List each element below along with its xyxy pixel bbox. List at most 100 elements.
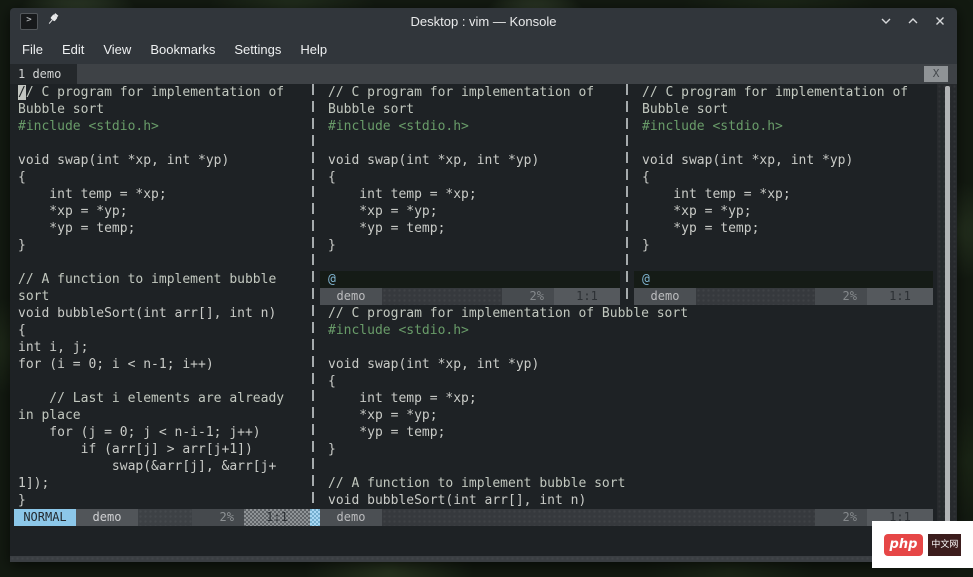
statusline-cap bbox=[310, 509, 320, 526]
vim-pane-top-right[interactable]: // C program for implementation ofBubble… bbox=[634, 84, 933, 288]
php-logo: php bbox=[884, 534, 924, 556]
code-line: void swap(int *xp, int *yp) bbox=[320, 356, 933, 373]
vim-pane-bottom[interactable]: // C program for implementation of Bubbl… bbox=[320, 305, 933, 509]
tab-bar: 1 demo X bbox=[10, 64, 957, 84]
code-line: #include <stdio.h> bbox=[634, 118, 933, 135]
code-line: for (i = 0; i < n-1; i++) bbox=[14, 356, 306, 373]
code-line: // C program for implementation of Bubbl… bbox=[320, 305, 933, 322]
statusline-percent: 2% bbox=[502, 288, 554, 305]
titlebar-left-icons: > bbox=[20, 12, 60, 31]
code-line: void bubbleSort(int arr[], int n) bbox=[14, 305, 306, 322]
pin-icon[interactable] bbox=[46, 12, 60, 31]
window-title: Desktop : vim — Konsole bbox=[10, 14, 957, 29]
code-line: void bubbleSort(int arr[], int n) bbox=[320, 492, 933, 509]
code-line: @ bbox=[634, 271, 933, 288]
code-line: #include <stdio.h> bbox=[320, 118, 620, 135]
code-line: 1]); bbox=[14, 475, 306, 492]
statusline-filename: demo bbox=[76, 509, 138, 526]
statusline-filler bbox=[138, 509, 192, 526]
code-line: void swap(int *xp, int *yp) bbox=[320, 152, 620, 169]
code-line: #include <stdio.h> bbox=[320, 322, 933, 339]
statusline-top-right: demo 2% 1:1 bbox=[634, 288, 933, 305]
menu-item-edit[interactable]: Edit bbox=[62, 42, 84, 57]
code-line: Bubble sort bbox=[320, 101, 620, 118]
code-line: int temp = *xp; bbox=[14, 186, 306, 203]
code-line: *xp = *yp; bbox=[320, 407, 933, 424]
code-line bbox=[320, 458, 933, 475]
statusline-filler bbox=[382, 288, 502, 305]
statusline-filler bbox=[696, 288, 815, 305]
code-line: #include <stdio.h> bbox=[14, 118, 306, 135]
title-bar: > Desktop : vim — Konsole bbox=[10, 8, 957, 34]
tab-demo[interactable]: 1 demo bbox=[10, 64, 77, 84]
menu-item-help[interactable]: Help bbox=[300, 42, 327, 57]
code-line: // C program for implementation of bbox=[14, 84, 306, 101]
vertical-split-separator bbox=[306, 84, 320, 509]
statusline-filename: demo bbox=[634, 288, 696, 305]
code-line: } bbox=[634, 237, 933, 254]
code-line: *xp = *yp; bbox=[14, 203, 306, 220]
code-line: *xp = *yp; bbox=[634, 203, 933, 220]
code-line: *yp = temp; bbox=[634, 220, 933, 237]
code-line: int temp = *xp; bbox=[320, 186, 620, 203]
code-line: } bbox=[320, 237, 620, 254]
code-line: Bubble sort bbox=[634, 101, 933, 118]
vim-pane-left[interactable]: // C program for implementation ofBubble… bbox=[14, 84, 306, 509]
code-line: if (arr[j] > arr[j+1]) bbox=[14, 441, 306, 458]
code-line bbox=[634, 254, 933, 271]
vim-terminal-area: // C program for implementation ofBubble… bbox=[10, 84, 957, 556]
code-line: *yp = temp; bbox=[14, 220, 306, 237]
code-line: swap(&arr[j], &arr[j+ bbox=[14, 458, 306, 475]
code-line: Bubble sort bbox=[14, 101, 306, 118]
vim-mode-indicator: NORMAL bbox=[14, 509, 76, 526]
code-line: { bbox=[634, 169, 933, 186]
scrollbar-thumb[interactable] bbox=[945, 86, 950, 553]
code-line: } bbox=[320, 441, 933, 458]
close-button[interactable] bbox=[933, 14, 947, 28]
code-line: int temp = *xp; bbox=[634, 186, 933, 203]
statusline-percent: 2% bbox=[815, 288, 867, 305]
menu-item-view[interactable]: View bbox=[103, 42, 131, 57]
menu-item-bookmarks[interactable]: Bookmarks bbox=[150, 42, 215, 57]
code-line: int i, j; bbox=[14, 339, 306, 356]
minimize-button[interactable] bbox=[879, 14, 893, 28]
code-line: void swap(int *xp, int *yp) bbox=[634, 152, 933, 169]
code-line: *yp = temp; bbox=[320, 424, 933, 441]
code-line: { bbox=[14, 322, 306, 339]
code-line bbox=[14, 373, 306, 390]
tab-close-button[interactable]: X bbox=[924, 66, 948, 82]
code-line: // C program for implementation of bbox=[634, 84, 933, 101]
code-line: for (j = 0; j < n-i-1; j++) bbox=[14, 424, 306, 441]
code-line: { bbox=[320, 169, 620, 186]
scrollbar-track[interactable] bbox=[937, 84, 957, 556]
vim-cursor: / bbox=[18, 85, 26, 100]
titlebar-buttons bbox=[879, 14, 947, 28]
php-site-label: 中文网 bbox=[928, 534, 961, 556]
code-line: // A function to implement bubble bbox=[14, 271, 306, 288]
vertical-split-separator bbox=[620, 84, 634, 305]
code-line: } bbox=[14, 237, 306, 254]
statusline-position: 1:1 bbox=[554, 288, 620, 305]
vim-command-line[interactable] bbox=[14, 526, 933, 543]
code-line: *yp = temp; bbox=[320, 220, 620, 237]
menu-item-file[interactable]: File bbox=[22, 42, 43, 57]
statusline-position: 1:1 bbox=[244, 509, 310, 526]
statusline-position: 1:1 bbox=[867, 288, 933, 305]
code-line: // C program for implementation of bbox=[320, 84, 620, 101]
maximize-button[interactable] bbox=[906, 14, 920, 28]
konsole-app-icon: > bbox=[20, 13, 38, 30]
desktop: { "window": { "title": "Desktop : vim — … bbox=[0, 0, 973, 577]
statusline-percent: 2% bbox=[192, 509, 244, 526]
statusline-bottom: demo 2% 1:1 bbox=[320, 509, 933, 526]
statusline-filename: demo bbox=[320, 509, 382, 526]
code-line: // A function to implement bubble sort bbox=[320, 475, 933, 492]
menu-item-settings[interactable]: Settings bbox=[234, 42, 281, 57]
statusline-filename: demo bbox=[320, 288, 382, 305]
statusline-percent: 2% bbox=[815, 509, 867, 526]
menu-bar: File Edit View Bookmarks Settings Help bbox=[10, 34, 957, 64]
code-line bbox=[14, 135, 306, 152]
code-line: int temp = *xp; bbox=[320, 390, 933, 407]
vim-pane-top-middle[interactable]: // C program for implementation ofBubble… bbox=[320, 84, 620, 288]
code-line: } bbox=[14, 492, 306, 509]
statusline-top-middle: demo 2% 1:1 bbox=[320, 288, 620, 305]
